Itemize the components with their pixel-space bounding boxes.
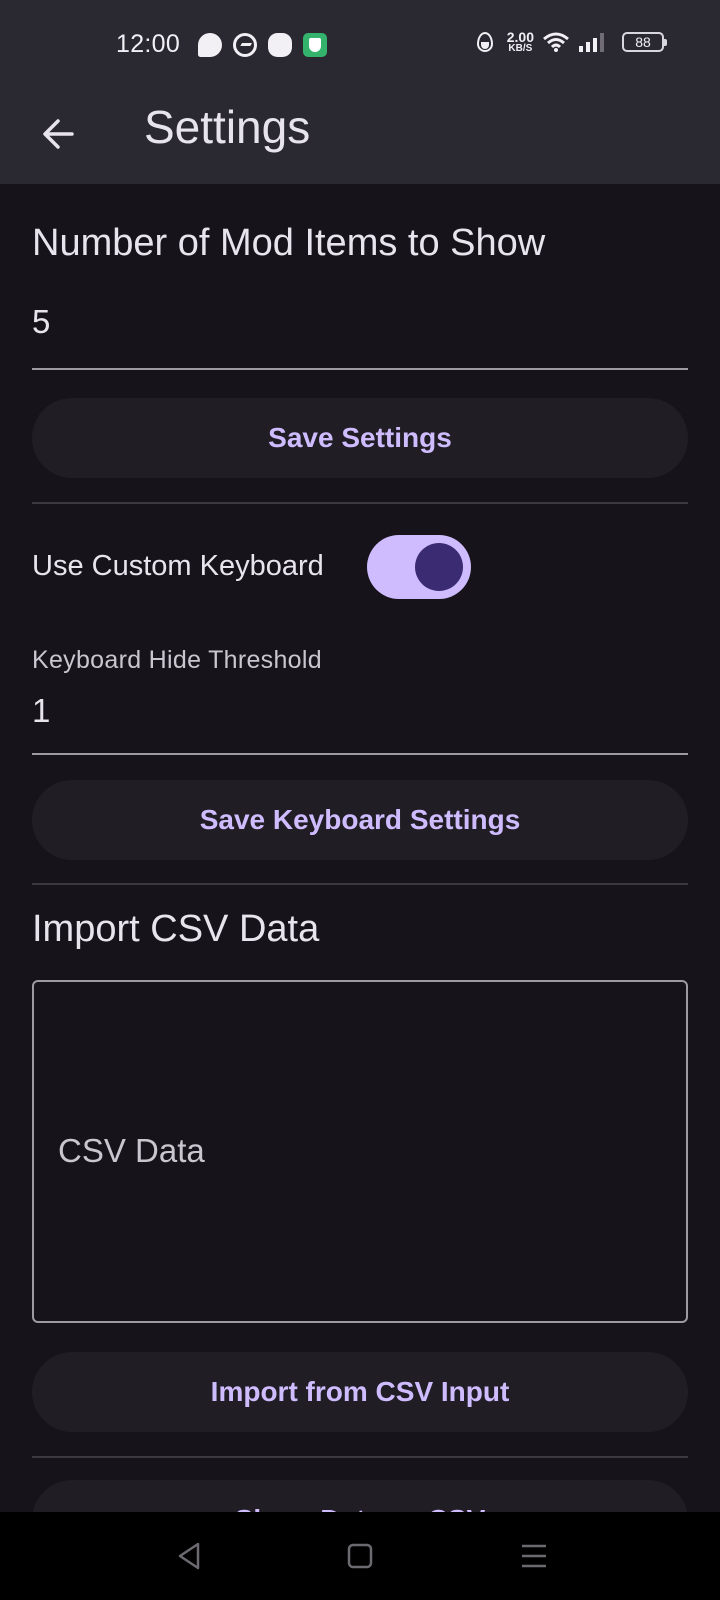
water-drop-icon xyxy=(476,32,493,52)
signal-icon xyxy=(578,31,608,53)
messenger-icon xyxy=(233,33,257,57)
arrow-left-icon xyxy=(43,119,74,149)
import-csv-button[interactable]: Import from CSV Input xyxy=(32,1352,688,1432)
nav-back-icon[interactable] xyxy=(174,1540,206,1572)
system-nav-bar xyxy=(0,1512,720,1600)
nav-home-icon[interactable] xyxy=(344,1540,376,1572)
notification-icons xyxy=(198,33,327,57)
network-speed-unit: KB/S xyxy=(508,43,533,54)
save-keyboard-settings-button[interactable]: Save Keyboard Settings xyxy=(32,780,688,860)
system-icons: 2.00 KB/S 88 xyxy=(476,30,667,54)
custom-keyboard-toggle[interactable] xyxy=(367,535,471,599)
keyboard-threshold-input[interactable]: 1 xyxy=(32,692,50,730)
csv-heading: Import CSV Data xyxy=(32,908,320,950)
shield-icon xyxy=(303,33,327,57)
battery-icon: 88 xyxy=(622,32,667,52)
battery-level: 88 xyxy=(635,34,651,50)
status-time: 12:00 xyxy=(116,30,181,58)
status-bar: 12:00 2.00 KB/S 88 xyxy=(0,0,720,90)
network-speed: 2.00 KB/S xyxy=(507,30,534,54)
network-speed-value: 2.00 xyxy=(506,29,534,45)
toggle-knob xyxy=(415,543,463,591)
save-settings-button[interactable]: Save Settings xyxy=(32,398,688,478)
keyboard-threshold-underline xyxy=(32,753,688,755)
custom-keyboard-label: Use Custom Keyboard xyxy=(32,550,324,582)
mod-items-underline xyxy=(32,368,688,370)
section-divider xyxy=(32,1456,688,1458)
nav-menu-icon[interactable] xyxy=(518,1540,550,1572)
wifi-icon xyxy=(542,31,570,53)
csv-data-input[interactable]: CSV Data xyxy=(32,980,688,1323)
section-divider xyxy=(32,883,688,885)
csv-data-placeholder: CSV Data xyxy=(58,1132,205,1169)
keyboard-threshold-label: Keyboard Hide Threshold xyxy=(32,646,322,674)
app-bar xyxy=(0,90,720,184)
chat-bubble-icon xyxy=(198,33,222,57)
section-divider xyxy=(32,502,688,504)
puzzle-icon xyxy=(268,33,292,57)
page-title: Settings xyxy=(144,101,311,153)
mod-items-label: Number of Mod Items to Show xyxy=(32,222,546,264)
mod-items-input[interactable]: 5 xyxy=(32,303,50,341)
back-button[interactable] xyxy=(36,112,80,156)
